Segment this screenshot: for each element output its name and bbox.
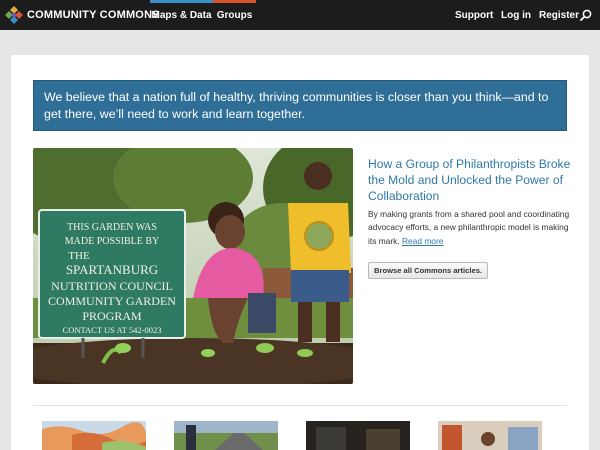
thumbnail-map[interactable] <box>42 421 146 450</box>
section-divider <box>33 405 567 406</box>
garden-sign: THIS GARDEN WAS MADE POSSIBLE BY THE SPA… <box>38 209 186 358</box>
thumbnail-people[interactable] <box>306 421 410 450</box>
search-icon[interactable] <box>580 9 592 21</box>
sign-line: SPARTANBURG <box>66 262 158 277</box>
tab-maps-and-data[interactable]: Maps & Data <box>150 0 213 30</box>
tab-label: Maps & Data <box>151 10 212 21</box>
mission-banner: We believe that a nation full of healthy… <box>33 80 567 131</box>
feature-article-title[interactable]: How a Group of Philanthropists Broke the… <box>368 156 578 204</box>
browse-articles-button[interactable]: Browse all Commons articles. <box>368 262 489 279</box>
tab-groups[interactable]: Groups <box>213 0 256 30</box>
sign-line: CONTACT US AT 542-0023 <box>63 325 162 335</box>
summary-text: By making grants from a shared pool and … <box>368 209 570 246</box>
read-more-link[interactable]: Read more <box>402 236 443 246</box>
sign-line: THIS GARDEN WAS <box>67 222 157 233</box>
tab-accent-bar <box>150 0 213 3</box>
thumbnail-classroom[interactable] <box>438 421 542 450</box>
feature-photo[interactable]: THIS GARDEN WAS MADE POSSIBLE BY THE SPA… <box>33 148 353 384</box>
top-navigation-bar: COMMUNITY COMMONS Maps & Data Groups Sup… <box>0 0 600 30</box>
sign-line: COMMUNITY GARDEN <box>48 294 176 308</box>
support-link[interactable]: Support <box>455 10 493 21</box>
tab-label: Groups <box>216 10 253 21</box>
feature-article-summary: By making grants from a shared pool and … <box>368 208 573 248</box>
sign-line: THE <box>68 250 90 262</box>
sign-line: PROGRAM <box>82 309 142 323</box>
main-content-card: We believe that a nation full of healthy… <box>11 55 589 450</box>
sign-line: NUTRITION COUNCIL <box>51 279 173 293</box>
thumbnail-street[interactable] <box>174 421 278 450</box>
sign-line: MADE POSSIBLE BY <box>65 236 159 247</box>
mission-text: We believe that a nation full of healthy… <box>44 90 549 121</box>
tab-accent-bar <box>213 0 256 3</box>
community-commons-logo-icon[interactable] <box>4 5 24 25</box>
brand-name[interactable]: COMMUNITY COMMONS <box>27 9 160 21</box>
register-link[interactable]: Register <box>539 10 579 21</box>
login-link[interactable]: Log in <box>501 10 531 21</box>
